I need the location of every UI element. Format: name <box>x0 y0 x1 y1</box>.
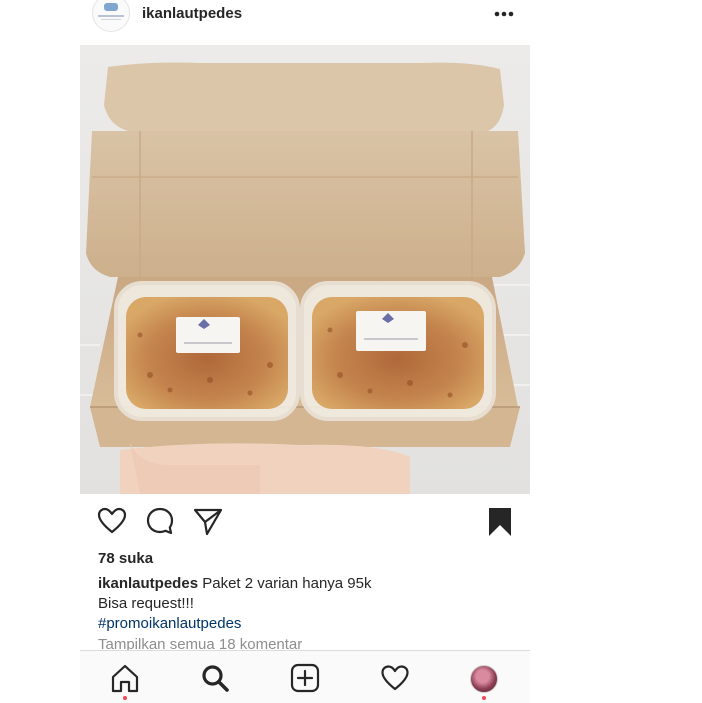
tab-home[interactable] <box>110 663 140 700</box>
post-header: ikanlautpedes <box>80 0 530 44</box>
post-photo[interactable] <box>80 45 530 494</box>
logo-mark <box>104 3 118 11</box>
caption-text: Paket 2 varian hanya 95k <box>202 575 372 592</box>
caption-line: ikanlautpedes Paket 2 varian hanya 95k <box>98 574 518 594</box>
tab-add-post[interactable] <box>290 663 320 693</box>
tab-activity[interactable] <box>380 663 410 693</box>
box-photo-illustration <box>80 45 530 494</box>
search-icon <box>202 665 229 692</box>
notification-dot <box>123 696 127 700</box>
post-caption: ikanlautpedes Paket 2 varian hanya 95k B… <box>98 574 518 634</box>
hashtag-link[interactable]: #promoikanlautpedes <box>98 614 518 634</box>
add-post-icon <box>290 663 320 693</box>
post-username[interactable]: ikanlautpedes <box>142 5 242 22</box>
tab-profile[interactable] <box>470 663 500 700</box>
more-icon[interactable] <box>490 4 518 24</box>
comment-icon[interactable] <box>144 505 176 537</box>
home-icon <box>111 664 139 693</box>
profile-avatar[interactable] <box>92 0 130 32</box>
activity-heart-icon <box>381 665 409 691</box>
caption-line-2: Bisa request!!! <box>98 595 194 612</box>
logo-text-line <box>98 15 124 17</box>
bottom-tab-bar <box>80 650 530 703</box>
logo-text-line <box>101 19 121 20</box>
tab-search[interactable] <box>200 663 230 693</box>
post-actions <box>80 505 530 541</box>
share-icon[interactable] <box>192 505 224 537</box>
likes-count[interactable]: 78 suka <box>98 550 153 567</box>
caption-username[interactable]: ikanlautpedes <box>98 575 198 592</box>
instagram-post-view: ikanlautpedes 78 suka ikanlautpedes Pake… <box>80 0 530 703</box>
bookmark-icon[interactable] <box>484 505 516 537</box>
heart-icon[interactable] <box>96 505 128 537</box>
notification-dot <box>482 696 486 700</box>
profile-avatar <box>470 665 498 693</box>
